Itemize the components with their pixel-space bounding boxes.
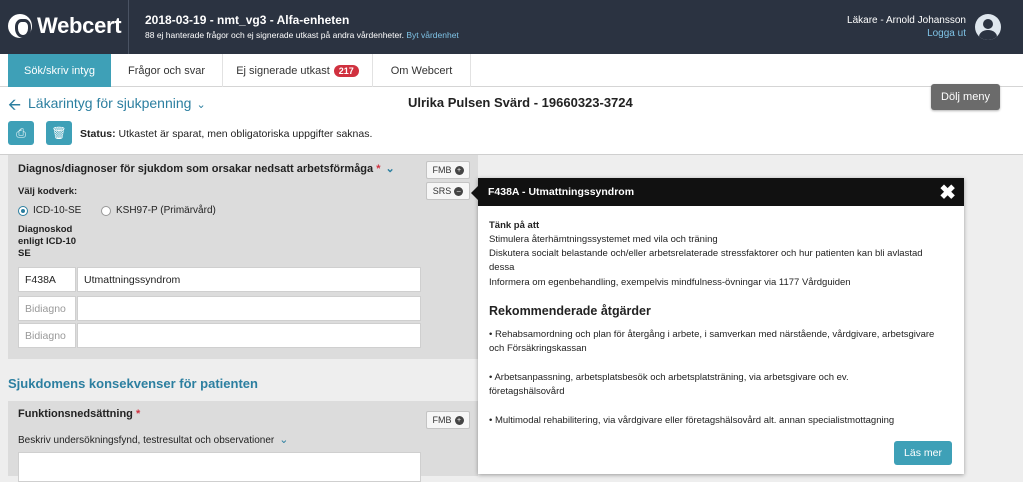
diagnosis-question-title: Diagnos/diagnoser för sjukdom som orsaka…	[18, 162, 395, 175]
fmb-label: FMB	[432, 415, 452, 425]
required-mark: *	[135, 408, 141, 420]
function-textarea[interactable]	[18, 452, 421, 482]
radio-label: KSH97-P (Primärvård)	[116, 205, 216, 216]
back-arrow-icon[interactable]: 🡨	[8, 94, 21, 121]
secondary-diagnosis-code-input-2[interactable]: Bidiagno	[18, 323, 76, 348]
chevron-down-icon: ⌄	[196, 99, 206, 111]
main-nav: Sök/skriv intyg Frågor och svar Ej signe…	[0, 54, 1023, 87]
read-more-button[interactable]: Läs mer	[894, 441, 952, 465]
think-line-2: Diskutera socialt belastande och/eller a…	[489, 248, 923, 273]
webcert-logo[interactable]: Webcert	[8, 13, 122, 39]
status-text: Utkastet är sparat, men obligatoriska up…	[118, 128, 373, 140]
logo-text: Webcert	[37, 13, 122, 38]
print-button[interactable]: ⎙	[8, 121, 34, 145]
patient-name-id: Ulrika Pulsen Svärd - 19660323-3724	[408, 95, 633, 110]
radio-selected-icon	[18, 205, 28, 216]
chevron-down-icon: ⌄	[279, 434, 289, 446]
recommendation-item: • Arbetsanpassning, arbetsplatsbesök och…	[489, 372, 849, 397]
unsigned-count-badge: 217	[333, 64, 359, 77]
tab-about[interactable]: Om Webcert	[373, 54, 471, 87]
tab-questions[interactable]: Frågor och svar	[111, 54, 223, 87]
tab-unsigned-drafts[interactable]: Ej signerade utkast 217	[223, 54, 373, 87]
function-question-title: Funktionsnedsättning *	[18, 408, 140, 420]
cert-type-label: Läkarintyg för sjukpenning	[28, 95, 192, 111]
think-title: Tänk på att	[489, 220, 540, 231]
radio-label: ICD-10-SE	[33, 205, 82, 216]
diagnosis-title-text: Diagnos/diagnoser för sjukdom som orsaka…	[18, 163, 374, 175]
think-line-1: Stimulera återhämtningssystemet med vila…	[489, 234, 718, 245]
radio-icd10[interactable]: ICD-10-SE	[18, 205, 81, 216]
hide-menu-button[interactable]: Dölj meny	[931, 84, 1000, 110]
draft-status: Status: Utkastet är sparat, men obligato…	[80, 128, 372, 140]
function-title-text: Funktionsnedsättning	[18, 408, 133, 420]
fmb-button[interactable]: FMB +	[426, 161, 470, 179]
header-divider	[128, 0, 129, 54]
minus-circle-icon: –	[454, 186, 464, 196]
diagnosis-code-input[interactable]: F438A	[18, 267, 76, 292]
recommended-title: Rekommenderade åtgärder	[489, 304, 651, 318]
think-line-3: Informera om egenbehandling, exempelvis …	[489, 277, 851, 288]
fmb-button-2[interactable]: FMB +	[426, 411, 470, 429]
unhandled-info-text: 88 ej hanterade frågor och ej signerade …	[145, 30, 404, 40]
function-subtitle[interactable]: Beskriv undersökningsfynd, testresultat …	[18, 433, 288, 446]
function-subtitle-text: Beskriv undersökningsfynd, testresultat …	[18, 435, 275, 446]
srs-label: SRS	[432, 186, 452, 196]
certificate-type-title[interactable]: Läkarintyg för sjukpenning ⌄	[28, 95, 206, 111]
trash-icon: 🗑	[51, 126, 67, 140]
srs-button[interactable]: SRS –	[426, 182, 470, 200]
recommendation-item: • Multimodal rehabilitering, via vårdgiv…	[489, 415, 895, 426]
recommendation-item: • Rehabsamordning och plan för återgång …	[489, 329, 935, 354]
care-unit-info: 88 ej hanterade frågor och ej signerade …	[145, 30, 459, 40]
secondary-diagnosis-description-input-2[interactable]	[77, 323, 421, 348]
tab-label: Frågor och svar	[127, 64, 206, 77]
tab-search-write[interactable]: Sök/skriv intyg	[8, 54, 111, 87]
secondary-diagnosis-description-input[interactable]	[77, 296, 421, 321]
user-avatar-icon	[975, 14, 1001, 40]
plus-circle-icon: +	[454, 165, 464, 175]
logout-link[interactable]: Logga ut	[927, 28, 966, 39]
delete-button[interactable]: 🗑	[46, 121, 72, 145]
user-name: Läkare - Arnold Johansson	[847, 15, 966, 26]
status-label: Status:	[80, 128, 116, 140]
srs-popup: F438A - Utmattningssyndrom ✖ Tänk på att…	[471, 178, 964, 474]
diagnosis-card: Diagnos/diagnoser för sjukdom som orsaka…	[8, 155, 478, 359]
required-mark: *	[376, 163, 381, 175]
top-header: Webcert 2018-03-19 - nmt_vg3 - Alfa-enhe…	[0, 0, 1023, 54]
logo-icon	[8, 14, 32, 38]
care-unit-title: 2018-03-19 - nmt_vg3 - Alfa-enheten	[145, 13, 350, 27]
tab-label: Om Webcert	[390, 64, 453, 77]
popup-title: F438A - Utmattningssyndrom	[488, 186, 635, 198]
print-icon: ⎙	[16, 125, 26, 140]
secondary-diagnosis-code-input[interactable]: Bidiagno	[18, 296, 76, 321]
tab-label: Sök/skriv intyg	[24, 64, 95, 77]
close-icon[interactable]: ✖	[939, 180, 956, 205]
radio-ksh97[interactable]: KSH97-P (Primärvård)	[101, 205, 216, 216]
function-card: Funktionsnedsättning * FMB + Beskriv unde…	[8, 401, 478, 482]
popup-header: F438A - Utmattningssyndrom	[478, 178, 964, 206]
fmb-label: FMB	[432, 165, 452, 175]
popup-arrow	[471, 186, 478, 200]
chevron-down-icon[interactable]: ⌄	[386, 163, 395, 175]
section-title: Sjukdomens konsekvenser för patienten	[8, 376, 258, 391]
diagnosis-code-label: Diagnoskod enligt ICD-10 SE	[18, 224, 77, 259]
radio-unselected-icon	[101, 205, 111, 216]
plus-circle-icon: +	[454, 415, 464, 425]
certificate-header: 🡨 Läkarintyg för sjukpenning ⌄ Ulrika Pul…	[0, 87, 1023, 155]
tab-label: Ej signerade utkast	[236, 64, 330, 77]
diagnosis-description-input[interactable]: Utmattningssyndrom	[77, 267, 421, 292]
code-system-label: Välj kodverk:	[18, 186, 78, 197]
switch-unit-link[interactable]: Byt vårdenhet	[406, 30, 458, 40]
